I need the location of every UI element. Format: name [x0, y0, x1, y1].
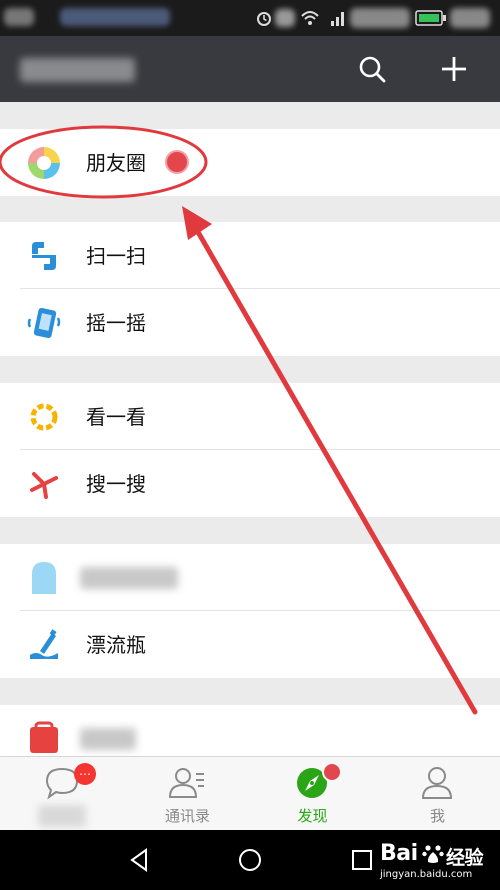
time-blur — [450, 8, 490, 28]
menu-item-scan[interactable]: 扫一扫 — [0, 222, 500, 289]
menu-item-label: 扫一扫 — [86, 244, 146, 268]
title-blurred — [20, 58, 135, 82]
menu-item-drift-bottle[interactable]: 漂流瓶 — [0, 611, 500, 678]
group-scan-shake: 扫一扫 摇一摇 — [0, 222, 500, 356]
home-icon[interactable] — [236, 846, 264, 874]
tab-label-blur — [38, 805, 86, 827]
menu-item-search-feature[interactable]: 搜一搜 — [0, 450, 500, 517]
menu-item-label: 摇一摇 — [86, 311, 146, 335]
menu-item-label: 看一看 — [86, 405, 146, 429]
watermark-url: jingyan.baidu.com — [380, 869, 473, 880]
tab-discover[interactable]: 发现 — [250, 757, 375, 831]
menu-item-label: 搜一搜 — [86, 472, 146, 496]
wifi-icon — [301, 11, 319, 25]
status-blur-2 — [350, 8, 410, 28]
shake-icon — [27, 307, 61, 339]
moments-avatar-badge — [165, 150, 189, 174]
group-shopping — [0, 705, 500, 756]
nearby-icon — [32, 562, 56, 594]
unread-badge: … — [74, 763, 96, 785]
watermark: Bai 经验 jingyan.baidu.com — [380, 835, 500, 890]
drift-bottle-icon — [30, 629, 58, 659]
tab-me[interactable]: 我 — [375, 757, 500, 831]
discover-dot-badge — [322, 762, 342, 782]
status-bar — [0, 0, 500, 36]
alarm-icon — [257, 12, 271, 26]
tab-chats[interactable]: … — [0, 757, 125, 831]
menu-item-nearby[interactable] — [0, 544, 500, 611]
group-look-search: 看一看 搜一搜 — [0, 383, 500, 517]
watermark-suffix: 经验 — [446, 847, 484, 869]
tab-label: 我 — [429, 807, 445, 825]
menu-item-label: 漂流瓶 — [86, 633, 146, 657]
contacts-icon — [168, 768, 204, 798]
title-bar — [0, 36, 500, 102]
menu-item-top-stories[interactable]: 看一看 — [0, 383, 500, 450]
menu-item-label: 朋友圈 — [86, 151, 146, 175]
recents-icon[interactable] — [348, 846, 376, 874]
menu-item-moments[interactable]: 朋友圈 — [0, 129, 500, 196]
search-icon[interactable] — [355, 52, 389, 86]
notification-blur — [60, 8, 170, 26]
group-moments: 朋友圈 — [0, 129, 500, 196]
battery-icon — [415, 10, 446, 26]
me-icon — [421, 767, 453, 799]
status-blur — [275, 9, 295, 27]
tab-bar: … 通讯录 发现 我 — [0, 756, 500, 830]
carrier-blur — [4, 8, 34, 26]
watermark-brand: Bai — [380, 841, 418, 866]
moments-icon — [28, 147, 60, 179]
shopping-icon — [30, 721, 58, 753]
menu-item-shopping[interactable] — [0, 705, 500, 756]
tab-label: 通讯录 — [164, 807, 210, 825]
add-icon[interactable] — [437, 52, 471, 86]
top-stories-icon — [30, 403, 58, 431]
discover-page: 朋友圈 扫一扫 摇一摇 看一看 搜一搜 漂流瓶 — [0, 102, 500, 756]
paw-icon — [422, 845, 444, 863]
tab-label: 发现 — [297, 807, 328, 825]
signal-icon — [331, 12, 344, 26]
back-icon[interactable] — [126, 846, 154, 874]
menu-item-shake[interactable]: 摇一摇 — [0, 289, 500, 356]
scan-icon — [32, 242, 56, 270]
group-nearby-bottle: 漂流瓶 — [0, 544, 500, 678]
search-feature-icon — [30, 472, 58, 499]
blurred-label — [80, 567, 178, 589]
blurred-label — [80, 728, 136, 750]
tab-contacts[interactable]: 通讯录 — [125, 757, 250, 831]
